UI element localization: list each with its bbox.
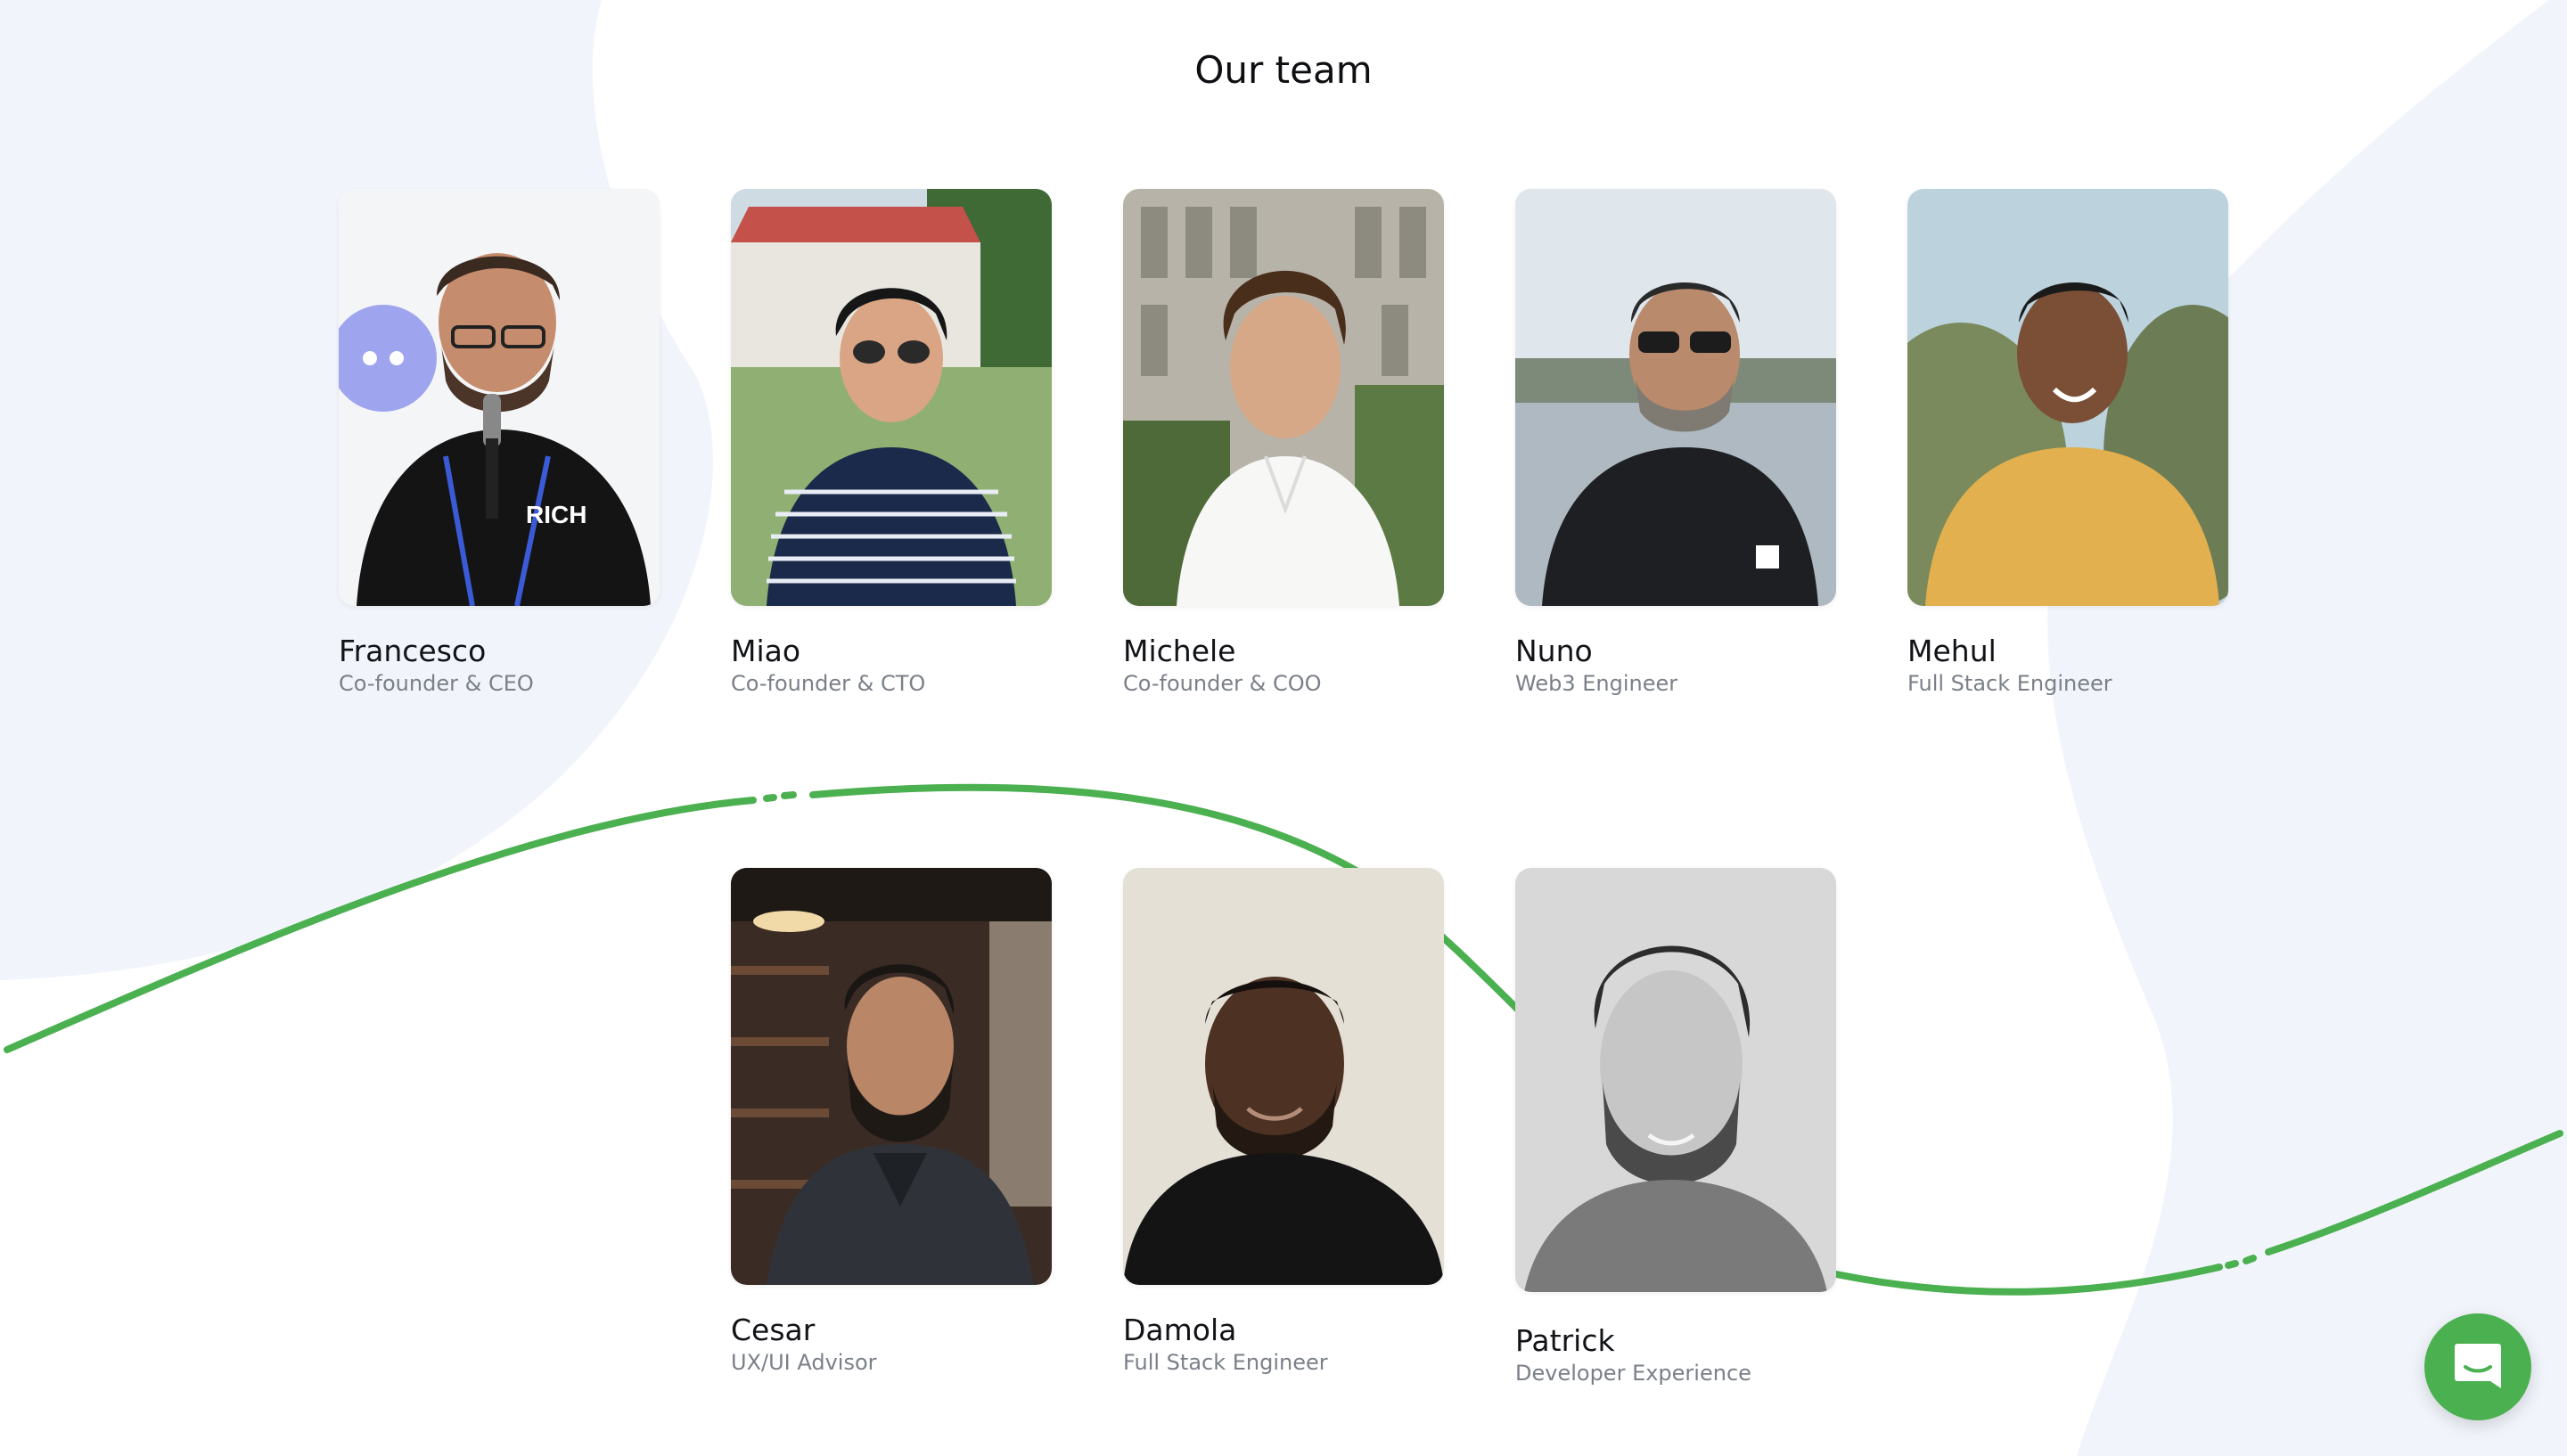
section-title: Our team — [1194, 48, 1373, 92]
team-member-card: Damola Full Stack Engineer — [1123, 868, 1444, 1376]
member-role: Co-founder & COO — [1123, 671, 1322, 696]
chat-bubble-icon — [2451, 1338, 2505, 1395]
member-photo — [1123, 189, 1444, 606]
member-name: Mehul — [1907, 634, 1997, 668]
team-member-card: Patrick Developer Experience — [1515, 868, 1836, 1386]
member-photo — [1515, 868, 1836, 1292]
team-member-card: Mehul Full Stack Engineer — [1907, 189, 2228, 697]
member-name: Damola — [1123, 1313, 1237, 1347]
member-photo — [1515, 189, 1836, 606]
member-photo — [731, 868, 1052, 1285]
chat-launcher-button[interactable] — [2424, 1313, 2531, 1420]
member-role: Co-founder & CTO — [731, 671, 926, 696]
member-name: Francesco — [339, 634, 487, 668]
member-photo: RICH — [339, 189, 660, 606]
member-role: Full Stack Engineer — [1123, 1350, 1328, 1375]
member-role: Co-founder & CEO — [339, 671, 534, 696]
member-name: Nuno — [1515, 634, 1593, 668]
member-photo — [731, 189, 1052, 606]
member-role: Full Stack Engineer — [1907, 671, 2112, 696]
member-name: Cesar — [731, 1313, 816, 1347]
member-name: Michele — [1123, 634, 1236, 668]
member-name: Miao — [731, 634, 801, 668]
member-role: UX/UI Advisor — [731, 1350, 877, 1375]
member-photo — [1907, 189, 2228, 606]
team-member-card: Cesar UX/UI Advisor — [731, 868, 1052, 1376]
team-member-card: RICH Francesco Co-founder & CEO — [339, 189, 660, 697]
team-member-card: Michele Co-founder & COO — [1123, 189, 1444, 697]
member-photo — [1123, 868, 1444, 1285]
team-member-card: Miao Co-founder & CTO — [731, 189, 1052, 697]
member-name: Patrick — [1515, 1323, 1615, 1358]
member-role: Web3 Engineer — [1515, 671, 1678, 696]
member-role: Developer Experience — [1515, 1361, 1751, 1386]
team-member-card: Nuno Web3 Engineer — [1515, 189, 1836, 697]
svg-text:RICH: RICH — [526, 501, 586, 528]
